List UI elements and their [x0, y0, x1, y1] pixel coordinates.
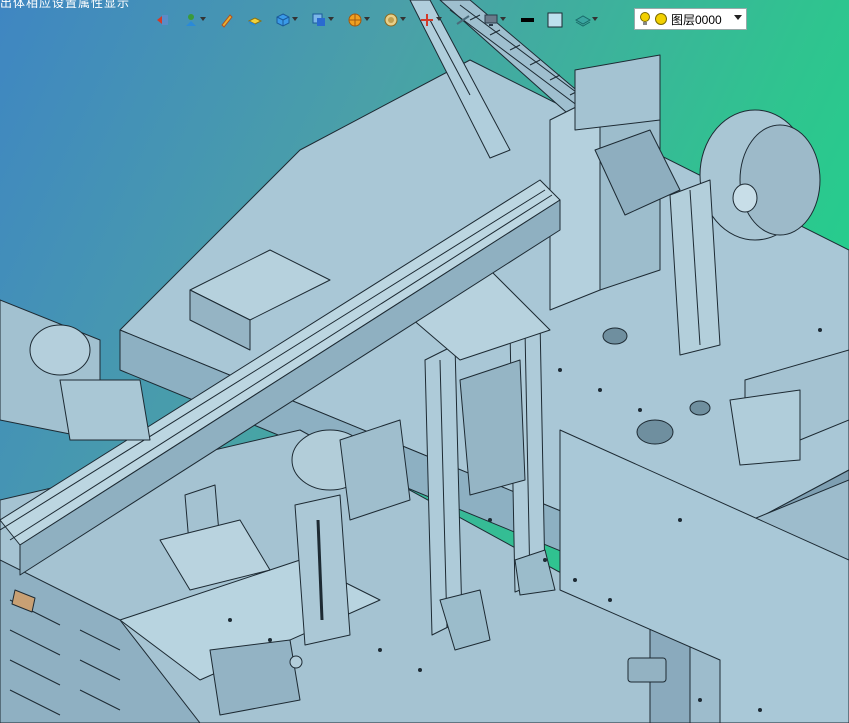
fill-color-button[interactable]: [542, 8, 568, 32]
move-icon: [186, 14, 196, 26]
chevron-down-icon[interactable]: [200, 17, 206, 21]
main-toolbar: [150, 7, 598, 33]
axes-icon: [421, 14, 433, 26]
render-sphere-icon: [348, 13, 362, 27]
chevron-down-icon[interactable]: [592, 17, 598, 21]
cad-viewport[interactable]: 出体相应设置属性显示 图层0000: [0, 0, 849, 723]
fill-color-icon: [547, 12, 563, 28]
cube-icon: [276, 13, 290, 27]
cube-button[interactable]: [270, 8, 298, 32]
axes-button[interactable]: [414, 8, 442, 32]
view-icon: [312, 13, 325, 26]
current-layer-label: 图层0000: [671, 12, 722, 27]
pen-icon: [221, 14, 233, 28]
appearance-icon: [384, 13, 398, 27]
chevron-down-icon[interactable]: [292, 17, 298, 21]
chevron-down-icon[interactable]: [436, 17, 442, 21]
chevron-down-icon[interactable]: [734, 15, 742, 20]
machine-model[interactable]: [0, 0, 849, 723]
display-button[interactable]: [478, 8, 506, 32]
layer-select[interactable]: 图层0000: [634, 8, 747, 30]
wire-icon: [456, 15, 470, 25]
chevron-down-icon[interactable]: [328, 17, 334, 21]
pen-button[interactable]: [214, 8, 240, 32]
view-button[interactable]: [306, 8, 334, 32]
line-color-icon: [521, 18, 534, 22]
block-button[interactable]: [242, 8, 268, 32]
chevron-down-icon[interactable]: [400, 17, 406, 21]
move-button[interactable]: [178, 8, 206, 32]
chevron-down-icon[interactable]: [500, 17, 506, 21]
layers-button[interactable]: [570, 8, 598, 32]
wire-button[interactable]: [450, 8, 476, 32]
line-color-button[interactable]: [514, 8, 540, 32]
light-bulb-icon[interactable]: [639, 11, 651, 27]
block-icon: [247, 17, 263, 26]
display-icon: [484, 14, 498, 26]
arrow-left-icon: [157, 15, 168, 25]
chevron-down-icon[interactable]: [364, 17, 370, 21]
layers-icon: [575, 15, 591, 27]
appearance-button[interactable]: [378, 8, 406, 32]
render-button[interactable]: [342, 8, 370, 32]
layer-color-dot-icon[interactable]: [654, 12, 668, 26]
back-button[interactable]: [150, 8, 176, 32]
